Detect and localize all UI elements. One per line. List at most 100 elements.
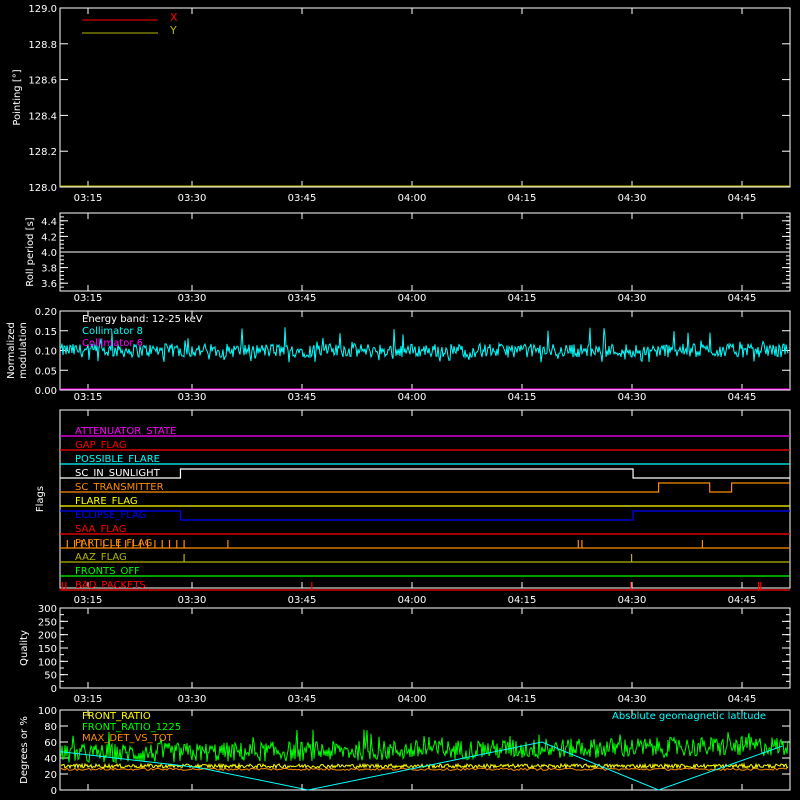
modulation-ytick-label: 0.20 <box>35 307 57 318</box>
flag-bad-packets-label: BAD_PACKETS <box>75 580 146 591</box>
degrees-ytick-label: 80 <box>44 722 57 733</box>
pointing-xtick-label: 03:30 <box>178 193 207 204</box>
flag-gap-flag-label: GAP_FLAG <box>75 440 127 451</box>
degrees-ytick-label: 20 <box>44 770 57 781</box>
degrees-legend-geomagnetic-latitude: Absolute geomagnetic latitude <box>612 711 766 722</box>
roll-xtick-label: 04:00 <box>398 293 427 304</box>
modulation-xtick-label: 03:45 <box>288 392 317 403</box>
pointing-ytick-label: 128.6 <box>28 76 57 87</box>
roll-ytick-label: 4.4 <box>41 217 57 228</box>
modulation-xtick-label: 04:15 <box>508 392 537 403</box>
quality-plot-frame <box>59 607 791 689</box>
quality-ytick-label: 250 <box>38 617 57 628</box>
modulation-ytick-label: 0.15 <box>35 327 57 338</box>
degrees-legend-front-ratio-1225: FRONT_RATIO_1225 <box>82 722 181 733</box>
flag-sc-in-sunlight-label: SC_IN_SUNLIGHT <box>75 468 161 479</box>
flag-flare-flag-label: FLARE_FLAG <box>75 496 138 507</box>
chart-figure: 03:15 03:30 03:45 04:00 04:15 04:30 04:45 128.0… <box>0 0 800 800</box>
degrees-legend-front-ratio: FRONT_RATIO <box>82 711 151 722</box>
flags-xtick-label: 04:00 <box>398 595 427 606</box>
modulation-xtick-label: 03:15 <box>74 392 103 403</box>
pointing-ytick-label: 129.0 <box>28 4 57 15</box>
flag-possible-flare-label: POSSIBLE_FLARE <box>75 454 160 465</box>
quality-ytick-label: 150 <box>38 644 57 655</box>
modulation-xtick-label: 04:45 <box>728 392 757 403</box>
modulation-xtick-label: 04:00 <box>398 392 427 403</box>
roll-ytick-label: 4.0 <box>41 248 57 259</box>
chart-canvas: 03:15 03:30 03:45 04:00 04:15 04:30 04:45 128.0… <box>6 4 791 797</box>
modulation-ylabel-line1: Normalized <box>6 322 17 379</box>
modulation-xtick-label: 04:30 <box>618 392 647 403</box>
modulation-energy-band-label: Energy band: 12-25 keV <box>82 314 203 325</box>
flag-particle-flag-label: PARTICLE_FLAG <box>75 538 152 549</box>
flag-sc-transmitter-line <box>60 482 790 493</box>
degrees-ytick-label: 60 <box>44 738 57 749</box>
pointing-xtick-label: 04:15 <box>508 193 537 204</box>
degrees-ytick-label: 100 <box>38 706 57 717</box>
quality-xtick-label: 04:15 <box>508 694 537 705</box>
quality-ylabel: Quality <box>19 630 30 666</box>
pointing-ytick-label: 128.8 <box>28 40 57 51</box>
roll-xtick-label: 04:45 <box>728 293 757 304</box>
flags-xtick-label: 04:30 <box>618 595 647 606</box>
pointing-xtick-label: 04:30 <box>618 193 647 204</box>
quality-ytick-label: 100 <box>38 657 57 668</box>
roll-xtick-label: 03:45 <box>288 293 317 304</box>
flag-eclipse-flag-label: ECLIPSE_FLAG <box>75 510 146 521</box>
roll-xtick-label: 04:15 <box>508 293 537 304</box>
flags-xtick-label: 03:15 <box>74 595 103 606</box>
flag-saa-flag-label: SAA_FLAG <box>75 524 126 535</box>
flag-eclipse-flag-line <box>60 510 790 521</box>
quality-xtick-label: 04:30 <box>618 694 647 705</box>
flag-sc-in-sunlight-line <box>60 468 790 479</box>
flags-xtick-label: 04:45 <box>728 595 757 606</box>
pointing-xtick-label: 03:15 <box>74 193 103 204</box>
flags-ylabel: Flags <box>35 486 46 512</box>
flag-attenuator-state-label: ATTENUATOR_STATE <box>75 426 176 437</box>
quality-ytick-label: 300 <box>38 604 57 615</box>
modulation-ytick-label: 0.00 <box>35 386 57 397</box>
pointing-xtick-label: 04:00 <box>398 193 427 204</box>
pointing-ytick-label: 128.2 <box>28 147 57 158</box>
flag-fronts-off-label: FRONTS_OFF <box>75 566 140 577</box>
flags-xtick-label: 03:30 <box>178 595 207 606</box>
quality-ytick-label: 200 <box>38 631 57 642</box>
quality-xtick-label: 03:30 <box>178 694 207 705</box>
modulation-ytick-label: 0.10 <box>35 347 57 358</box>
roll-ylabel: Roll period [s] <box>25 217 36 286</box>
flags-xtick-label: 03:45 <box>288 595 317 606</box>
roll-xtick-label: 04:30 <box>618 293 647 304</box>
roll-xtick-label: 03:30 <box>178 293 207 304</box>
pointing-legend-x-label: X <box>170 11 178 24</box>
quality-ytick-label: 50 <box>44 671 57 682</box>
flag-sc-transmitter-label: SC_TRANSMITTER <box>75 482 164 493</box>
modulation-ylabel-line2: modulation <box>18 322 29 379</box>
modulation-legend-collimator8: Collimator 8 <box>82 326 143 337</box>
quality-xtick-label: 03:45 <box>288 694 317 705</box>
flag-aaz-flag-label: AAZ_FLAG <box>75 552 127 563</box>
degrees-ytick-label: 0 <box>51 786 57 797</box>
roll-ytick-label: 4.2 <box>41 232 57 243</box>
pointing-ytick-label: 128.0 <box>28 183 57 194</box>
quality-xtick-label: 04:45 <box>728 694 757 705</box>
roll-xtick-label: 03:15 <box>74 293 103 304</box>
modulation-xtick-label: 03:30 <box>178 392 207 403</box>
degrees-max-det-vs-tot-line <box>60 767 788 772</box>
degrees-ylabel: Degrees or % <box>19 716 30 784</box>
flags-xtick-label: 04:15 <box>508 595 537 606</box>
modulation-collimator8-line <box>60 327 789 363</box>
pointing-ylabel: Pointing [°] <box>12 69 23 125</box>
quality-xtick-label: 03:15 <box>74 694 103 705</box>
quality-ytick-label: 0 <box>51 684 57 695</box>
roll-ytick-label: 3.6 <box>41 279 57 290</box>
degrees-legend-max-det-vs-tot: MAX_DET_VS_TOT <box>82 733 174 744</box>
pointing-legend-y-label: Y <box>169 24 177 37</box>
quality-xtick-label: 04:00 <box>398 694 427 705</box>
pointing-xtick-label: 04:45 <box>728 193 757 204</box>
pointing-ytick-label: 128.4 <box>28 111 57 122</box>
modulation-ytick-label: 0.05 <box>35 366 57 377</box>
roll-ytick-label: 3.8 <box>41 264 57 275</box>
pointing-xtick-label: 03:45 <box>288 193 317 204</box>
degrees-ytick-label: 40 <box>44 754 57 765</box>
modulation-legend-collimator6: Collimator 6 <box>82 338 143 349</box>
